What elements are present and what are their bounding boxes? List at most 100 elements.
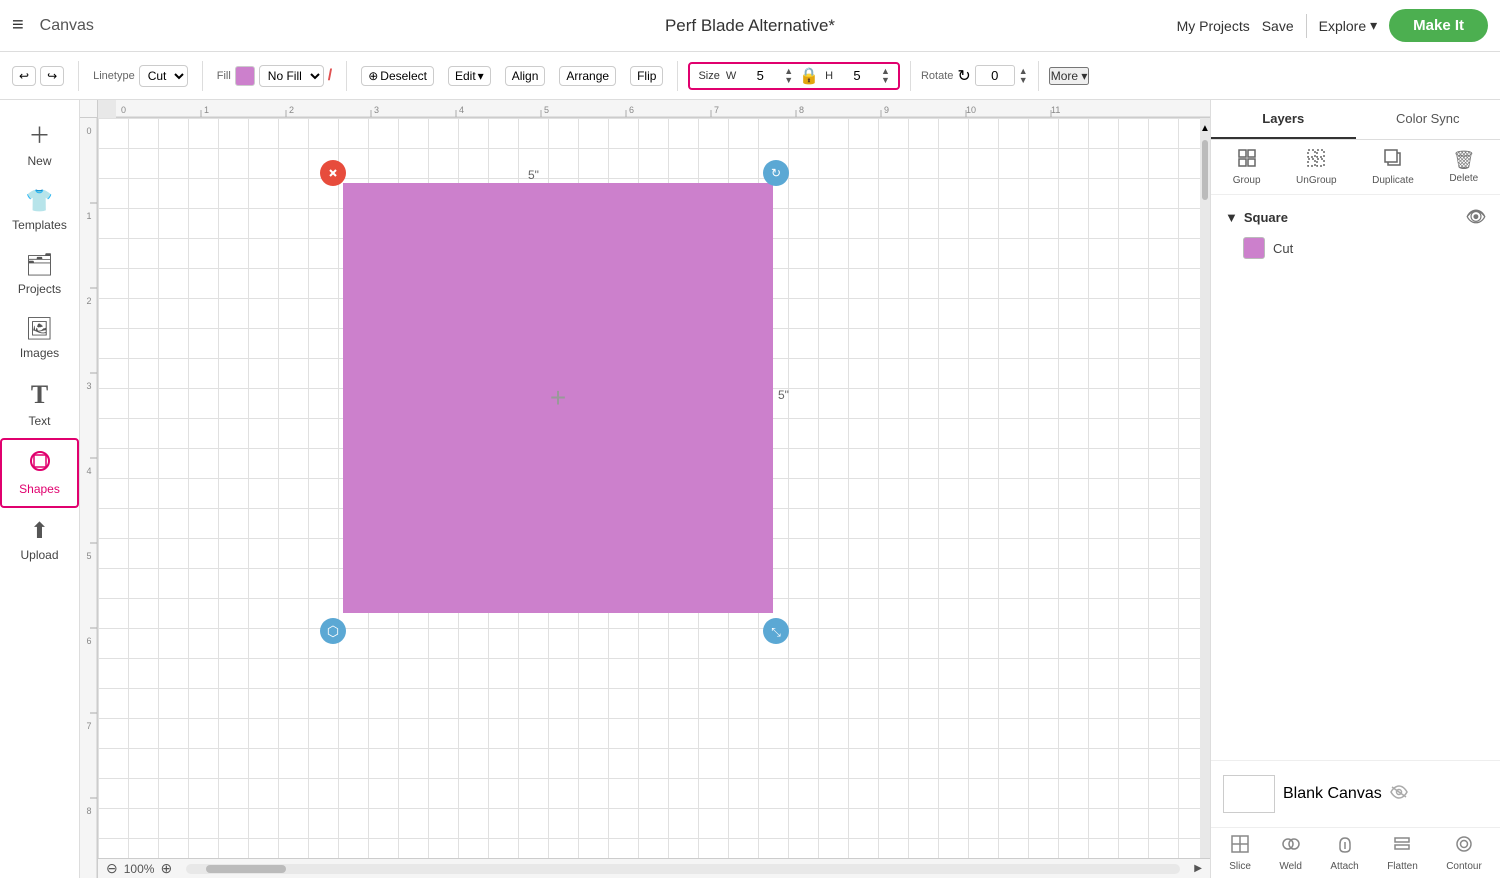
align-label: Align [512,69,539,83]
handle-scale-br[interactable]: ⤡ [763,618,789,644]
scrollbar-up-button[interactable]: ▲ [1200,118,1210,138]
flip-button[interactable]: Flip [630,66,663,86]
svg-text:8: 8 [799,105,804,115]
sidebar-label-text: Text [28,414,50,428]
layer-name: Square [1244,210,1288,225]
width-spinner[interactable]: ▲ ▼ [784,67,793,85]
group-icon [1237,148,1257,173]
weld-button[interactable]: Weld [1279,834,1302,872]
width-input[interactable] [742,68,778,83]
scale-br-icon: ⤡ [765,620,787,642]
make-it-button[interactable]: Make It [1389,9,1488,42]
height-down[interactable]: ▼ [881,76,890,85]
flatten-label: Flatten [1387,861,1418,872]
rotate-icon[interactable]: ↻ [957,66,970,86]
rotate-spinner[interactable]: ▲ ▼ [1019,67,1028,85]
deselect-button[interactable]: ⊕ Deselect [361,66,434,86]
edit-button[interactable]: Edit ▾ [448,66,491,86]
fill-select[interactable]: No Fill [259,65,324,87]
edit-chevron-icon: ▾ [478,69,484,83]
sidebar-item-new[interactable]: ＋ New [0,108,79,178]
height-input[interactable] [839,68,875,83]
scrollbar-horizontal[interactable] [186,864,1180,874]
blank-canvas-eye-icon[interactable] [1390,785,1408,804]
layer-eye-icon[interactable]: 👁 [1466,207,1486,227]
svg-text:4: 4 [86,466,91,476]
duplicate-icon [1383,148,1403,173]
scrollbar-vertical[interactable]: ▲ ▼ [1200,118,1210,878]
svg-text:3: 3 [86,381,91,391]
height-spinner[interactable]: ▲ ▼ [881,67,890,85]
layer-item-label: Cut [1273,241,1293,256]
handle-rotate[interactable]: ↻ [763,160,789,186]
height-label: H [825,70,833,82]
scroll-right-button[interactable]: ▶ [1194,863,1202,874]
undo-button[interactable]: ↩ [12,66,36,86]
flip-group: Flip [626,66,667,86]
sidebar-item-text[interactable]: T Text [0,370,79,438]
layer-item-cut[interactable]: Cut [1219,231,1492,265]
menu-icon[interactable]: ≡ [12,14,24,37]
handle-delete[interactable] [320,160,346,186]
handle-scale-bl[interactable]: ⬡ [320,618,346,644]
canvas-container: 0 1 2 3 4 5 6 7 8 9 10 11 [80,100,1210,878]
svg-text:0: 0 [121,105,126,115]
svg-text:6: 6 [86,636,91,646]
undo-redo-group: ↩ ↪ [8,66,68,86]
images-icon: 🖼 [26,316,54,342]
explore-button[interactable]: Explore ▾ [1319,17,1378,34]
my-projects-button[interactable]: My Projects [1177,18,1250,34]
height-measurement-label: 5" [778,388,789,402]
linetype-select[interactable]: Cut [139,65,188,87]
group-button[interactable]: Group [1233,148,1261,186]
sidebar-item-upload[interactable]: ⬆ Upload [0,508,79,572]
svg-text:2: 2 [86,296,91,306]
duplicate-button[interactable]: Duplicate [1372,148,1414,186]
tab-layers[interactable]: Layers [1211,100,1356,139]
zoom-out-button[interactable]: ⊖ [106,860,118,877]
contour-button[interactable]: Contour [1446,834,1482,872]
edit-label: Edit [455,69,476,83]
blank-canvas-row: Blank Canvas [1219,769,1492,819]
ruler-v-svg: 0 1 2 3 4 5 6 7 8 [80,118,98,878]
sidebar-item-templates[interactable]: 👕 Templates [0,178,79,242]
flatten-button[interactable]: Flatten [1387,834,1418,872]
fill-color-swatch[interactable] [235,66,255,86]
redo-button[interactable]: ↪ [40,66,64,86]
deselect-label: Deselect [380,69,427,83]
ungroup-button[interactable]: UnGroup [1296,148,1337,186]
width-down[interactable]: ▼ [784,76,793,85]
svg-text:6: 6 [629,105,634,115]
sidebar-item-projects[interactable]: 🗂 Projects [0,242,79,306]
more-button[interactable]: More ▾ [1049,67,1090,85]
sidebar-label-images: Images [20,346,59,360]
svg-text:8: 8 [86,806,91,816]
scrollbar-thumb-v[interactable] [1202,140,1208,200]
zoom-level-label: 100% [124,862,155,876]
sidebar-item-shapes[interactable]: Shapes [0,438,79,508]
svg-text:2: 2 [289,105,294,115]
width-label: W [726,70,736,82]
sidebar-item-images[interactable]: 🖼 Images [0,306,79,370]
zoom-in-button[interactable]: ⊕ [160,860,172,877]
delete-button[interactable]: 🗑 Delete [1449,150,1478,184]
tab-color-sync[interactable]: Color Sync [1356,100,1500,139]
right-panel: Layers Color Sync Group UnGroup [1210,100,1500,878]
scrollbar-thumb-h[interactable] [206,865,286,873]
canvas-scroll-area[interactable]: 5" 5" + ↻ ⬡ ⤡ [98,118,1210,878]
rotate-down[interactable]: ▼ [1019,76,1028,85]
ungroup-icon [1306,148,1326,173]
canvas-body: 0 1 2 3 4 5 6 7 8 [80,118,1210,878]
rotate-input[interactable] [975,65,1015,86]
svg-text:⤡: ⤡ [771,625,781,639]
align-button[interactable]: Align [505,66,546,86]
save-button[interactable]: Save [1262,18,1294,34]
attach-button[interactable]: Attach [1330,834,1358,872]
slice-button[interactable]: Slice [1229,834,1251,872]
layer-header-square[interactable]: ▼ Square 👁 [1219,203,1492,231]
right-panel-actions: Group UnGroup Duplicate 🗑 Delete [1211,140,1500,195]
sidebar-label-new: New [27,154,51,168]
fill-group: Fill No Fill / [213,65,337,87]
arrange-button[interactable]: Arrange [559,66,616,86]
header-right: My Projects Save Explore ▾ Make It [1177,9,1488,42]
